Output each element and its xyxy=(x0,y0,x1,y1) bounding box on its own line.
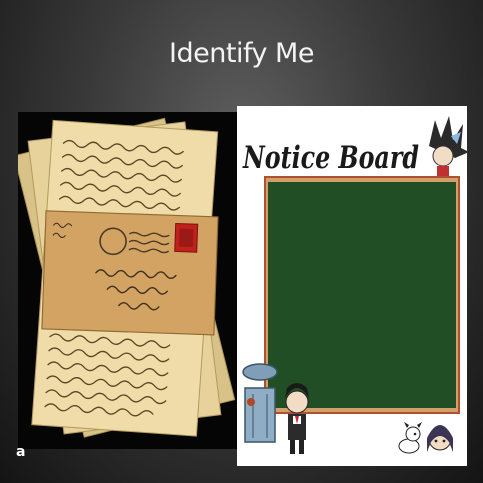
cartoon-girl-character-icon xyxy=(427,425,453,452)
letters-envelope-image xyxy=(18,112,237,449)
spiky-hair-character-icon xyxy=(429,116,467,178)
envelope xyxy=(41,210,219,336)
notice-board-heading: Notice Board xyxy=(242,140,419,176)
slide-title: Identify Me xyxy=(169,38,314,69)
notice-board-image: Notice Board xyxy=(237,106,467,466)
dog-icon xyxy=(398,422,422,454)
trash-can-icon xyxy=(242,363,278,443)
image-label-a: a xyxy=(16,444,26,460)
